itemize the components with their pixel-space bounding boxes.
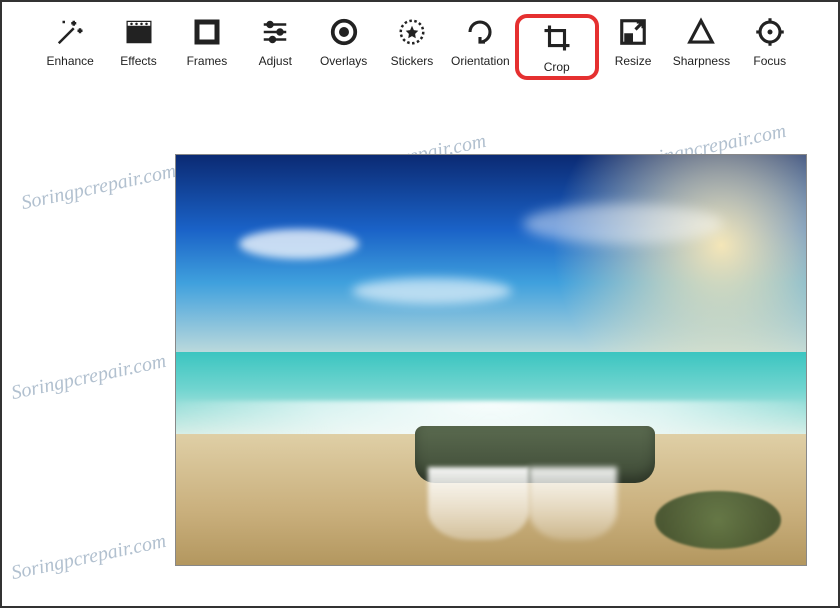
water-cascade <box>428 467 529 541</box>
sharpness-label: Sharpness <box>673 54 730 68</box>
toolbar: Enhance Effects Frames Adjust Overlays <box>12 10 828 88</box>
effects-button[interactable]: Effects <box>104 14 172 68</box>
watermark: Soringpcrepair.com <box>19 160 178 215</box>
resize-button[interactable]: Resize <box>599 14 667 68</box>
app-frame: Enhance Effects Frames Adjust Overlays <box>0 0 840 608</box>
crop-button[interactable]: Crop <box>515 14 599 80</box>
moss-rock <box>655 491 781 548</box>
overlays-button[interactable]: Overlays <box>309 14 377 68</box>
resize-label: Resize <box>615 54 652 68</box>
cloud <box>239 229 359 259</box>
crop-icon <box>539 20 575 56</box>
effects-label: Effects <box>120 54 156 68</box>
watermark: Soringpcrepair.com <box>10 350 168 405</box>
crop-label: Crop <box>544 60 570 74</box>
frames-icon <box>189 14 225 50</box>
focus-icon <box>752 14 788 50</box>
enhance-label: Enhance <box>46 54 93 68</box>
orientation-icon <box>462 14 498 50</box>
stickers-label: Stickers <box>391 54 434 68</box>
cloud <box>523 204 723 244</box>
resize-icon <box>615 14 651 50</box>
sharpness-button[interactable]: Sharpness <box>667 14 735 68</box>
focus-label: Focus <box>753 54 786 68</box>
orientation-button[interactable]: Orientation <box>446 14 514 68</box>
adjust-label: Adjust <box>259 54 292 68</box>
adjust-button[interactable]: Adjust <box>241 14 309 68</box>
focus-button[interactable]: Focus <box>736 14 804 68</box>
overlays-icon <box>326 14 362 50</box>
watermark: Soringpcrepair.com <box>10 530 168 585</box>
adjust-icon <box>257 14 293 50</box>
sharpness-icon <box>683 14 719 50</box>
stickers-button[interactable]: Stickers <box>378 14 446 68</box>
overlays-label: Overlays <box>320 54 367 68</box>
cloud <box>352 278 512 304</box>
frames-button[interactable]: Frames <box>173 14 241 68</box>
image-canvas[interactable] <box>175 154 807 566</box>
water-cascade <box>529 467 617 541</box>
orientation-label: Orientation <box>451 54 510 68</box>
stickers-icon <box>394 14 430 50</box>
enhance-icon <box>52 14 88 50</box>
sky-clouds-right <box>523 155 807 381</box>
frames-label: Frames <box>187 54 228 68</box>
canvas-area[interactable]: Soringpcrepair.com Soringpcrepair.com So… <box>10 106 830 598</box>
effects-icon <box>121 14 157 50</box>
enhance-button[interactable]: Enhance <box>36 14 104 68</box>
